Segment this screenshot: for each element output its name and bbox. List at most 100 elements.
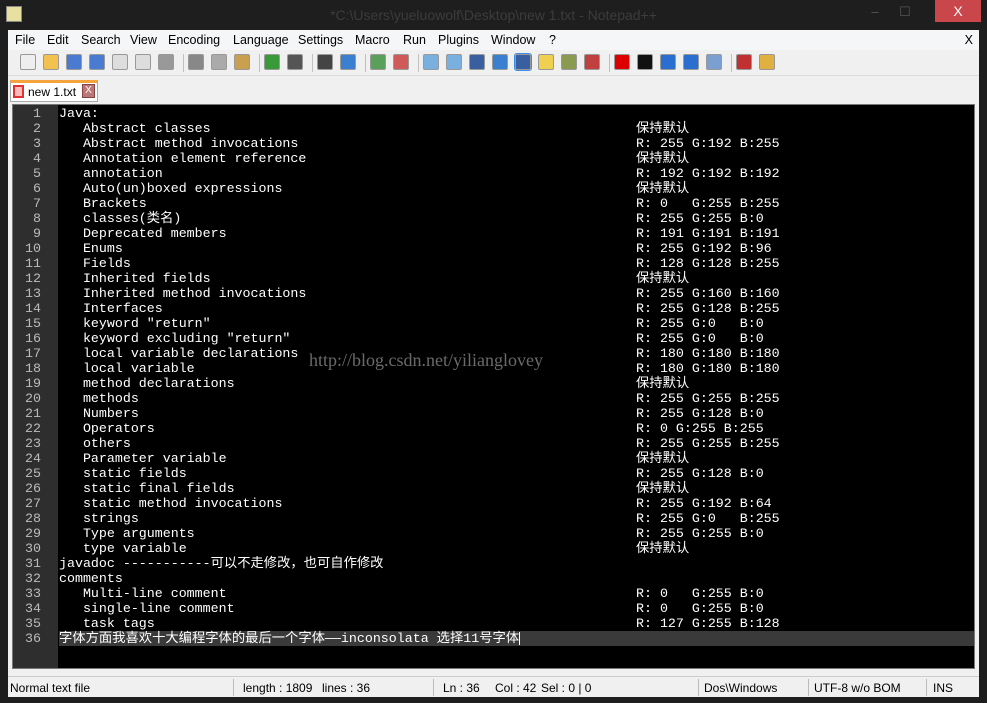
maximize-button[interactable]: ☐: [893, 4, 917, 22]
menu-file[interactable]: File: [15, 33, 35, 47]
line-number: 12: [25, 271, 41, 286]
menu-edit[interactable]: Edit: [47, 33, 69, 47]
color-value: R: 255 G:192 B:64: [636, 496, 772, 511]
save-icon[interactable]: [66, 54, 82, 70]
status-column: Col : 42: [495, 681, 537, 695]
text-line[interactable]: comments: [59, 571, 974, 586]
text-line[interactable]: Fields R: 128 G:128 B:255: [59, 256, 974, 271]
stop-record-icon[interactable]: [637, 54, 653, 70]
text-line[interactable]: strings R: 255 G:0 B:255: [59, 511, 974, 526]
sync-horizontal-icon[interactable]: [446, 54, 462, 70]
menu-encoding[interactable]: Encoding: [168, 33, 220, 47]
text-line[interactable]: others R: 255 G:255 B:255: [59, 436, 974, 451]
show-all-chars-icon[interactable]: [492, 54, 508, 70]
open-file-icon[interactable]: [43, 54, 59, 70]
text-line[interactable]: Abstract method invocations R: 255 G:192 …: [59, 136, 974, 151]
text-line[interactable]: Annotation element reference 保持默认: [59, 151, 974, 166]
text-line[interactable]: 字体方面我喜欢十大编程字体的最后一个字体——inconsolata 选择11号字…: [59, 631, 974, 646]
word-wrap-icon[interactable]: [469, 54, 485, 70]
zoom-in-icon[interactable]: [370, 54, 386, 70]
function-list-icon[interactable]: [584, 54, 600, 70]
text-line[interactable]: Brackets R: 0 G:255 B:255: [59, 196, 974, 211]
menu-macro[interactable]: Macro: [355, 33, 390, 47]
text-line[interactable]: Parameter variable 保持默认: [59, 451, 974, 466]
cut-icon[interactable]: [188, 54, 204, 70]
paste-icon[interactable]: [234, 54, 250, 70]
line-number: 21: [25, 406, 41, 421]
user-defined-language-icon[interactable]: [538, 54, 554, 70]
text-line[interactable]: Deprecated members R: 191 G:191 B:191: [59, 226, 974, 241]
menu-window[interactable]: Window: [491, 33, 535, 47]
menu-help[interactable]: ?: [549, 33, 556, 47]
save-all-icon[interactable]: [89, 54, 105, 70]
text-line[interactable]: Numbers R: 255 G:128 B:0: [59, 406, 974, 421]
text-line[interactable]: keyword excluding "return" R: 255 G:0 B:0: [59, 331, 974, 346]
line-number: 13: [25, 286, 41, 301]
menu-plugins[interactable]: Plugins: [438, 33, 479, 47]
line-text: single-line comment: [59, 601, 235, 616]
menu-language[interactable]: Language: [233, 33, 289, 47]
line-number: 24: [25, 451, 41, 466]
print-icon[interactable]: [158, 54, 174, 70]
menu-settings[interactable]: Settings: [298, 33, 343, 47]
indent-guide-icon[interactable]: [514, 53, 532, 71]
line-text: local variable: [59, 361, 195, 376]
save-macro-icon[interactable]: [706, 54, 722, 70]
text-line[interactable]: Interfaces R: 255 G:128 B:255: [59, 301, 974, 316]
text-line[interactable]: keyword "return" R: 255 G:0 B:0: [59, 316, 974, 331]
replace-icon[interactable]: [340, 54, 356, 70]
title-bar: *C:\Users\yueluowolf\Desktop\new 1.txt -…: [0, 0, 987, 30]
text-line[interactable]: Inherited fields 保持默认: [59, 271, 974, 286]
record-macro-icon[interactable]: [614, 54, 630, 70]
text-editor[interactable]: 1 2 3 4 5 6 7 8 9 10 11 12 13 14 15 16 17 18 19 20 21 22 23 24 2…: [12, 104, 975, 669]
minimize-button[interactable]: –: [863, 4, 887, 22]
text-line[interactable]: task tags R: 127 G:255 B:128: [59, 616, 974, 631]
text-line[interactable]: type variable 保持默认: [59, 541, 974, 556]
text-line[interactable]: Enums R: 255 G:192 B:96: [59, 241, 974, 256]
text-line[interactable]: static method invocations R: 255 G:192 B:…: [59, 496, 974, 511]
line-number: 7: [33, 196, 41, 211]
color-value: R: 0 G:255 B:255: [636, 196, 780, 211]
zoom-out-icon[interactable]: [393, 54, 409, 70]
undo-icon[interactable]: [264, 54, 280, 70]
close-document-button[interactable]: X: [965, 33, 973, 47]
text-line[interactable]: Inherited method invocations R: 255 G:160…: [59, 286, 974, 301]
find-icon[interactable]: [317, 54, 333, 70]
text-line[interactable]: javadoc -----------可以不走修改，也可自作修改: [59, 556, 974, 571]
color-value: 保持默认: [636, 481, 690, 496]
sync-vertical-icon[interactable]: [423, 54, 439, 70]
menu-view[interactable]: View: [130, 33, 157, 47]
new-file-icon[interactable]: [20, 54, 36, 70]
text-line[interactable]: Type arguments R: 255 G:255 B:0: [59, 526, 974, 541]
document-map-icon[interactable]: [561, 54, 577, 70]
text-line[interactable]: static fields R: 255 G:128 B:0: [59, 466, 974, 481]
text-line[interactable]: static final fields 保持默认: [59, 481, 974, 496]
line-text: Java:: [59, 106, 99, 121]
tab-close-button[interactable]: X: [82, 84, 95, 98]
text-line[interactable]: methods R: 255 G:255 B:255: [59, 391, 974, 406]
copy-icon[interactable]: [211, 54, 227, 70]
redo-icon[interactable]: [287, 54, 303, 70]
close-icon[interactable]: [112, 54, 128, 70]
text-line[interactable]: Multi-line comment R: 0 G:255 B:0: [59, 586, 974, 601]
text-line[interactable]: annotation R: 192 G:192 B:192: [59, 166, 974, 181]
menu-run[interactable]: Run: [403, 33, 426, 47]
text-line[interactable]: single-line comment R: 0 G:255 B:0: [59, 601, 974, 616]
tab-new-1[interactable]: new 1.txt X: [10, 80, 98, 102]
play-macro-icon[interactable]: [660, 54, 676, 70]
close-window-button[interactable]: X: [935, 0, 981, 22]
run-macro-multiple-icon[interactable]: [683, 54, 699, 70]
text-line[interactable]: Java:: [59, 106, 974, 121]
text-line[interactable]: Auto(un)boxed expressions 保持默认: [59, 181, 974, 196]
text-line[interactable]: classes(类名) R: 255 G:255 B:0: [59, 211, 974, 226]
line-number: 1: [33, 106, 41, 121]
text-line[interactable]: Abstract classes 保持默认: [59, 121, 974, 136]
menu-search[interactable]: Search: [81, 33, 121, 47]
close-all-icon[interactable]: [135, 54, 151, 70]
text-line[interactable]: Operators R: 0 G:255 B:255: [59, 421, 974, 436]
color-value: 保持默认: [636, 151, 690, 166]
clipboard-history-icon[interactable]: [759, 54, 775, 70]
text-line[interactable]: method declarations 保持默认: [59, 376, 974, 391]
spell-check-icon[interactable]: [736, 54, 752, 70]
color-value: 保持默认: [636, 181, 690, 196]
